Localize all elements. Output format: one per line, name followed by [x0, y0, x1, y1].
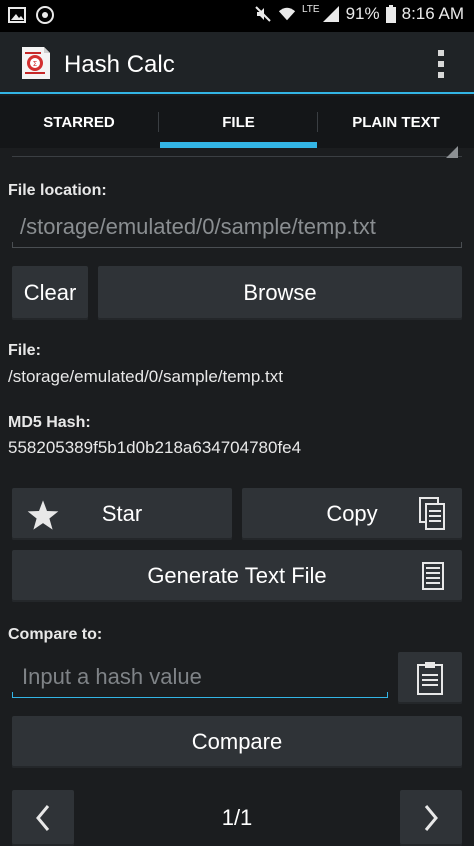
chevron-right-icon [424, 805, 438, 831]
file-location-field[interactable]: /storage/emulated/0/sample/temp.txt [12, 208, 462, 248]
browse-button[interactable]: Browse [98, 266, 462, 320]
chrome-icon [36, 6, 54, 24]
compare-label: Compare to: [8, 626, 103, 643]
spinner-arrow-icon [446, 146, 458, 158]
star-icon [27, 500, 59, 530]
clear-label: Clear [23, 280, 77, 305]
tab-starred[interactable]: STARRED [0, 96, 158, 148]
clock: 8:16 AM [401, 4, 464, 23]
network-type: LTE [301, 4, 320, 15]
battery-percent: 91% [345, 4, 380, 23]
tab-divider [158, 112, 159, 132]
app-title: Hash Calc [64, 51, 175, 78]
next-button[interactable] [400, 790, 462, 846]
tab-label: FILE [222, 113, 255, 131]
clipboard-icon [417, 662, 443, 695]
browse-label: Browse [243, 280, 317, 305]
copy-button[interactable]: Copy [242, 488, 462, 540]
tab-file[interactable]: FILE [160, 96, 317, 148]
paste-button[interactable] [398, 652, 462, 704]
algorithm-spinner[interactable] [12, 156, 462, 157]
file-location-value: /storage/emulated/0/sample/temp.txt [20, 214, 376, 239]
status-bar: LTE 91% 8:16 AM [0, 0, 474, 32]
star-button[interactable]: Star [12, 488, 232, 540]
copy-icon [419, 497, 445, 530]
compare-button-label: Compare [191, 729, 283, 754]
file-path: /storage/emulated/0/sample/temp.txt [8, 367, 283, 386]
image-icon [8, 7, 26, 23]
hash-input-placeholder: Input a hash value [22, 664, 202, 689]
file-label: File: [8, 342, 41, 359]
mute-icon [255, 6, 271, 22]
tab-plain-text[interactable]: PLAIN TEXT [318, 96, 474, 148]
file-location-label: File location: [8, 182, 107, 199]
hash-value: 558205389f5b1d0b218a634704780fe4 [8, 438, 302, 457]
clear-button[interactable]: Clear [12, 266, 88, 320]
wifi-icon [278, 7, 296, 21]
signal-icon [322, 6, 339, 22]
document-icon [422, 562, 444, 590]
star-label: Star [101, 501, 143, 526]
generate-label: Generate Text File [147, 563, 327, 588]
selected-tab-indicator [160, 142, 317, 148]
compare-button[interactable]: Compare [12, 716, 462, 768]
copy-label: Copy [326, 501, 378, 526]
app-logo-icon: Σ [22, 47, 50, 79]
overflow-menu-icon[interactable] [436, 50, 446, 78]
hash-label: MD5 Hash: [8, 414, 91, 431]
battery-icon [385, 5, 396, 23]
svg-text:Σ: Σ [33, 60, 37, 68]
tab-label: STARRED [43, 113, 115, 131]
action-bar: Σ Hash Calc [0, 32, 474, 94]
hash-input[interactable]: Input a hash value [12, 658, 388, 698]
tab-bar: STARRED FILE PLAIN TEXT [0, 96, 474, 148]
tab-label: PLAIN TEXT [352, 113, 440, 131]
generate-text-file-button[interactable]: Generate Text File [12, 550, 462, 602]
